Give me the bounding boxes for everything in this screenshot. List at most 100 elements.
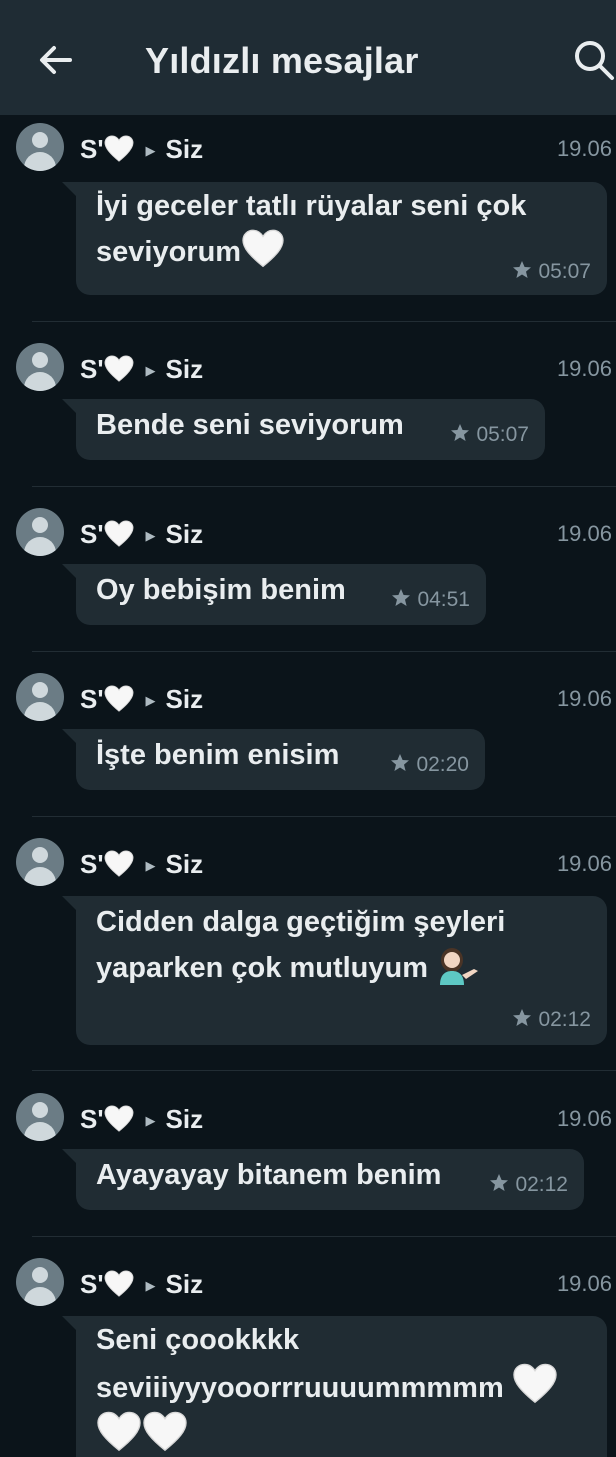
white-heart-emoji: [104, 1105, 134, 1133]
message-text-line: seviyorum: [96, 236, 242, 268]
starred-message-item[interactable]: S' ▶ Siz 19.06 Cidden dalga geçtiğim şeyle…: [0, 830, 616, 1068]
divider: [32, 1070, 616, 1071]
message-text: Seni çoookkkk seviiiyyyooorrruuuummmmm: [96, 1318, 558, 1457]
message-text: İşte benim enisim: [96, 739, 340, 771]
time-text: 02:20: [416, 753, 469, 776]
page-title: Yıldızlı mesajlar: [145, 40, 419, 81]
white-heart-emoji: [142, 1411, 188, 1453]
divider: [32, 321, 616, 322]
time-text: 04:51: [417, 588, 470, 611]
starred-message-item[interactable]: S' ▶ Siz 19.06 İyi geceler tatlı rüyalar s…: [0, 115, 616, 320]
starred-message-item[interactable]: S' ▶ Siz 19.06 Oy bebişim benim 04:51: [0, 500, 616, 650]
white-heart-emoji: [104, 685, 134, 713]
sender-name: S': [80, 519, 104, 549]
recipient-name: Siz: [165, 134, 204, 164]
divider: [32, 1236, 616, 1237]
sender-name: S': [80, 849, 104, 879]
recipient-name: Siz: [165, 354, 204, 384]
message-date: 19.06: [556, 136, 612, 161]
message-bubble[interactable]: Oy bebişim benim 04:51: [62, 564, 486, 625]
sender-recipient: S' ▶ Siz: [80, 1268, 203, 1300]
message-text: Cidden dalga geçtiğim şeyleri yaparken ço…: [96, 900, 505, 991]
caret-right-icon: ▶: [145, 363, 156, 378]
message-text: Ayayayay bitanem benim: [96, 1159, 442, 1191]
starred-message-item[interactable]: S' ▶ Siz 19.06 Seni çoookkkk seviiiyyyooorr…: [0, 1250, 616, 1457]
message-text: Oy bebişim benim: [96, 574, 346, 606]
star-icon: [390, 753, 410, 773]
avatar[interactable]: [16, 508, 64, 556]
avatar[interactable]: [16, 838, 64, 886]
sender-name: S': [80, 1104, 104, 1134]
sender-recipient: S' ▶ Siz: [80, 848, 203, 880]
recipient-name: Siz: [165, 849, 204, 879]
message-text-line: Cidden dalga geçtiğim şeyleri: [96, 906, 506, 938]
sender-recipient: S' ▶ Siz: [80, 133, 203, 165]
sender-name: S': [80, 1269, 104, 1299]
caret-right-icon: ▶: [145, 1113, 156, 1128]
divider: [32, 486, 616, 487]
recipient-name: Siz: [165, 1269, 204, 1299]
message-bubble[interactable]: Ayayayay bitanem benim 02:12: [62, 1149, 584, 1210]
back-button[interactable]: [34, 38, 78, 82]
message-text: İyi geceler tatlı rüyalar seni çok seviyo…: [96, 184, 526, 275]
sender-recipient: S' ▶ Siz: [80, 1103, 203, 1135]
recipient-name: Siz: [165, 519, 204, 549]
white-heart-emoji: [104, 520, 134, 548]
message-bubble[interactable]: Bende seni seviyorum 05:07: [62, 399, 545, 460]
divider: [32, 816, 616, 817]
message-text: Bende seni seviyorum: [96, 409, 404, 441]
star-icon: [489, 1173, 509, 1193]
time-text: 05:07: [476, 423, 529, 446]
sender-recipient: S' ▶ Siz: [80, 683, 203, 715]
avatar[interactable]: [16, 343, 64, 391]
white-heart-emoji: [104, 135, 134, 163]
message-time: 04:51: [391, 586, 470, 614]
caret-right-icon: ▶: [145, 693, 156, 708]
sender-recipient: S' ▶ Siz: [80, 353, 203, 385]
sender-recipient: S' ▶ Siz: [80, 518, 203, 550]
starred-message-item[interactable]: S' ▶ Siz 19.06 Ayayayay bitanem benim 02:1…: [0, 1085, 616, 1235]
white-heart-emoji: [104, 1270, 134, 1298]
white-heart-emoji: [96, 1411, 142, 1453]
message-time: 02:20: [390, 751, 469, 779]
message-time: 05:07: [450, 421, 529, 449]
search-button[interactable]: [572, 38, 616, 82]
star-icon: [512, 1008, 532, 1028]
message-date: 19.06: [556, 686, 612, 711]
time-text: 02:12: [515, 1173, 568, 1196]
search-icon: [575, 41, 614, 80]
white-heart-emoji: [104, 850, 134, 878]
time-text: 05:07: [538, 260, 591, 283]
sender-name: S': [80, 354, 104, 384]
message-date: 19.06: [556, 356, 612, 381]
avatar[interactable]: [16, 1093, 64, 1141]
woman-tipping-hand-emoji: [440, 948, 479, 985]
starred-message-item[interactable]: S' ▶ Siz 19.06 İşte benim enisim 02:20: [0, 665, 616, 815]
message-date: 19.06: [556, 1271, 612, 1296]
message-text-line: Seni çoookkkk: [96, 1324, 300, 1356]
avatar[interactable]: [16, 673, 64, 721]
sender-name: S': [80, 134, 104, 164]
starred-message-item[interactable]: S' ▶ Siz 19.06 Bende seni seviyorum 05:07: [0, 335, 616, 485]
caret-right-icon: ▶: [145, 858, 156, 873]
white-heart-emoji: [512, 1363, 558, 1405]
message-date: 19.06: [556, 521, 612, 546]
star-icon: [450, 423, 470, 443]
sender-name: S': [80, 684, 104, 714]
message-bubble[interactable]: Seni çoookkkk seviiiyyyooorrruuuummmmm: [62, 1316, 607, 1457]
message-bubble[interactable]: Cidden dalga geçtiğim şeyleri yaparken ço…: [62, 896, 607, 1045]
caret-right-icon: ▶: [145, 143, 156, 158]
message-text-line: yaparken çok mutluyum: [96, 952, 428, 984]
message-bubble[interactable]: İyi geceler tatlı rüyalar seni çok seviyo…: [62, 182, 607, 295]
avatar[interactable]: [16, 123, 64, 171]
avatar[interactable]: [16, 1258, 64, 1306]
recipient-name: Siz: [165, 1104, 204, 1134]
white-heart-emoji: [241, 229, 285, 269]
recipient-name: Siz: [165, 684, 204, 714]
message-date: 19.06: [556, 1106, 612, 1131]
message-bubble[interactable]: İşte benim enisim 02:20: [62, 729, 485, 790]
message-date: 19.06: [556, 851, 612, 876]
starred-messages-list[interactable]: S' ▶ Siz 19.06 İyi geceler tatlı rüyalar s…: [0, 115, 616, 1457]
message-time: 05:07: [512, 258, 591, 286]
time-text: 02:12: [538, 1008, 591, 1031]
